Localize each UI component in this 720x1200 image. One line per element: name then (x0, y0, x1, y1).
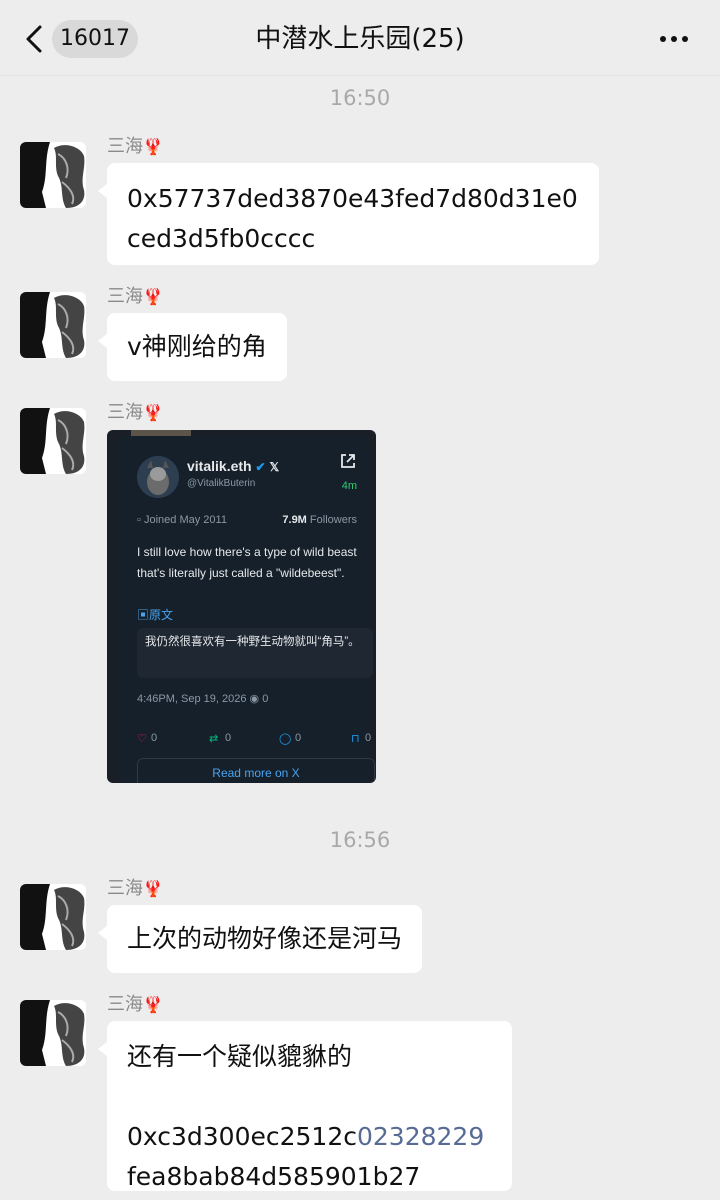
tweet-avatar (137, 456, 179, 498)
tweet-time-ago: 4m (341, 480, 357, 492)
message-text: 上次的动物好像还是河马 (127, 924, 403, 953)
sender-name: 三海🦞 (107, 136, 163, 157)
avatar[interactable] (20, 142, 86, 208)
avatar[interactable] (20, 884, 86, 950)
tweet-joined-date: ▫ Joined May 2011 (137, 514, 227, 526)
tweet-card-panel: vitalik.eth ✔ 𝕏 @VitalikButerin 4m ▫ Joi… (117, 436, 375, 783)
original-text-link[interactable]: ▣原文 (137, 606, 173, 623)
phone-number-link[interactable]: 02328229 (357, 1122, 484, 1151)
verified-badge-icon: ✔ (255, 460, 266, 474)
tweet-author-name: vitalik.eth ✔ 𝕏 (187, 458, 280, 474)
chat-title: 中潜水上乐园(25) (255, 24, 465, 54)
sender-name: 三海🦞 (107, 402, 163, 423)
retweet-icon[interactable]: ⇄ (209, 732, 218, 745)
lobster-emoji-icon: 🦞 (143, 137, 163, 156)
message-bubble[interactable]: 还有一个疑似貔貅的 0xc3d300ec2512c02328229fea8bab… (98, 1021, 512, 1191)
unread-count-badge[interactable]: 16017 (52, 20, 138, 58)
message-bubble[interactable]: 上次的动物好像还是河马 (97, 905, 423, 973)
message-text: v神刚给的角 (127, 332, 267, 361)
calendar-icon: ▫ (137, 514, 144, 526)
views-icon: ◉ (249, 693, 260, 705)
message-bubble[interactable]: v神刚给的角 (98, 313, 287, 381)
external-link-icon[interactable] (339, 452, 357, 470)
bookmark-count: 0 (365, 732, 372, 744)
read-more-button[interactable]: Read more on X (137, 758, 375, 783)
message-timestamp: 16:56 (329, 828, 391, 852)
bookmark-icon[interactable]: ⊓ (351, 732, 360, 745)
contract-address: 0xc3d300ec2512c02328229fea8bab84d585901b… (127, 1122, 485, 1191)
tweet-datetime: 4:46PM, Sep 19, 2026 ◉ 0 (137, 693, 269, 705)
retweet-count: 0 (225, 732, 232, 744)
more-options-icon[interactable] (654, 24, 694, 54)
x-logo-icon: 𝕏 (269, 460, 280, 474)
tweet-author-handle: @VitalikButerin (187, 478, 256, 489)
lobster-emoji-icon: 🦞 (143, 995, 163, 1014)
message-timestamp: 16:50 (329, 86, 391, 110)
reply-icon[interactable]: ◯ (279, 732, 291, 745)
tweet-followers: 7.9M Followers (282, 514, 357, 526)
avatar[interactable] (20, 1000, 86, 1066)
tweet-screenshot-image[interactable]: vitalik.eth ✔ 𝕏 @VitalikButerin 4m ▫ Joi… (107, 430, 376, 783)
avatar[interactable] (20, 292, 86, 358)
sender-name: 三海🦞 (107, 286, 163, 307)
like-icon[interactable]: ♡ (137, 732, 147, 745)
message-text: 0x57737ded3870e43fed7d80d31e0ced3d5fb0cc… (127, 184, 578, 253)
message-bubble[interactable]: 0x57737ded3870e43fed7d80d31e0ced3d5fb0cc… (98, 163, 599, 265)
sender-name: 三海🦞 (107, 878, 163, 899)
back-chevron-icon[interactable] (22, 24, 48, 54)
translate-icon: ▣ (137, 608, 150, 622)
lobster-emoji-icon: 🦞 (143, 287, 163, 306)
tweet-actions: ♡ 0 ⇄ 0 ◯ 0 ⊓ 0 (137, 732, 376, 748)
lobster-emoji-icon: 🦞 (143, 879, 163, 898)
tweet-text: I still love how there's a type of wild … (137, 545, 357, 580)
message-text: 还有一个疑似貔貅的 (127, 1042, 353, 1071)
lobster-emoji-icon: 🦞 (143, 403, 163, 422)
chat-header: 16017 中潜水上乐园(25) (0, 0, 720, 76)
avatar[interactable] (20, 408, 86, 474)
like-count: 0 (151, 732, 158, 744)
sender-name: 三海🦞 (107, 994, 163, 1015)
reply-count: 0 (295, 732, 302, 744)
tweet-translation: 我仍然很喜欢有一种野生动物就叫“角马”。 (137, 628, 373, 678)
